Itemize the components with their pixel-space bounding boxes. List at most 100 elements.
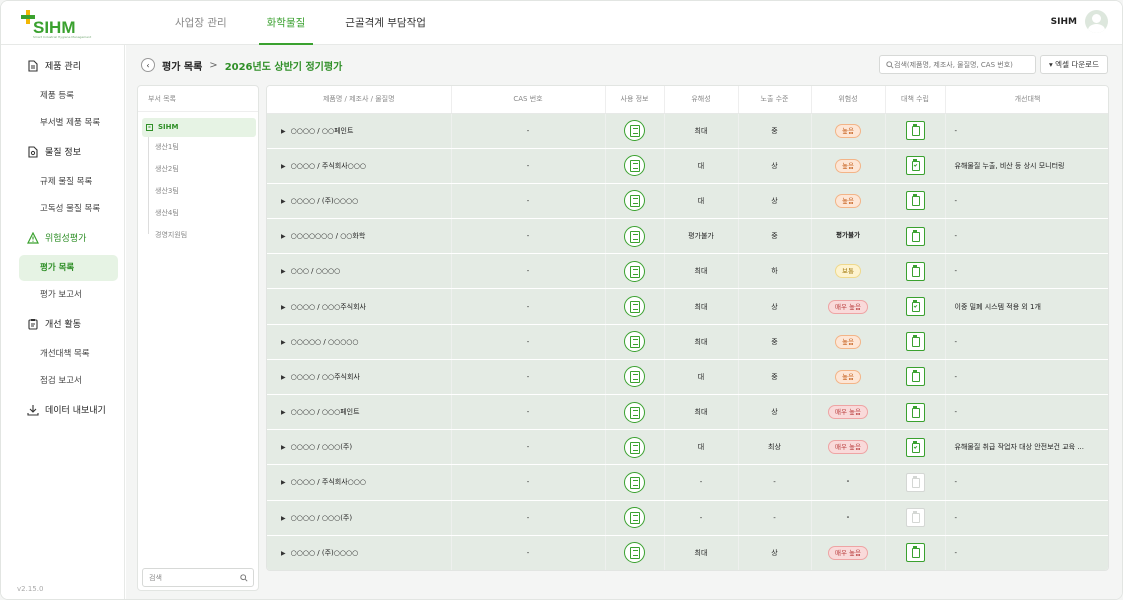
usage-info-icon[interactable] (624, 120, 645, 142)
usage-info-icon[interactable] (624, 296, 645, 318)
table-row[interactable]: ▶ ○○○○○○○ / ○○화학 - 평가불가 중 평가불가 - (267, 218, 1108, 255)
sidebar-item-regulated-substances[interactable]: 규제 물질 목록 (19, 169, 118, 195)
column-header[interactable]: 위험성 (811, 86, 886, 114)
tree-node-root[interactable]: - SIHM (142, 118, 256, 137)
sidebar-item-toxic-substances[interactable]: 고독성 물질 목록 (19, 196, 118, 222)
column-header[interactable]: 유해성 (664, 86, 739, 114)
collapse-icon[interactable]: - (146, 124, 153, 131)
column-header[interactable]: 개선대책 (945, 86, 1108, 114)
column-header[interactable]: 대책 수립 (885, 86, 946, 114)
breadcrumb-parent[interactable]: 평가 목록 (162, 58, 202, 73)
usage-info-icon[interactable] (624, 507, 645, 529)
expand-arrow-icon[interactable]: ▶ (281, 374, 286, 381)
sidebar-item-product-register[interactable]: 제품 등록 (19, 83, 118, 109)
table-row[interactable]: ▶ ○○○○ / ○○페인트 - 최대 중 높음 - (267, 113, 1108, 149)
table-row[interactable]: ▶ ○○○○ / ○○○페인트 - 최대 상 매우 높음 - (267, 394, 1108, 431)
expand-arrow-icon[interactable]: ▶ (281, 304, 286, 311)
expand-arrow-icon[interactable]: ▶ (281, 479, 286, 486)
sidebar-item-inspection-report[interactable]: 점검 보고서 (19, 368, 118, 394)
tab-site-management[interactable]: 사업장 관리 (161, 1, 241, 45)
table-row[interactable]: ▶ ○○○○ / (주)○○○○ - 대 상 높음 - (267, 183, 1108, 220)
usage-info-icon[interactable] (624, 260, 645, 282)
expand-arrow-icon[interactable]: ▶ (281, 128, 286, 135)
usage-info-icon[interactable] (624, 401, 645, 423)
table-row[interactable]: ▶ ○○○○ / ○○○주식회사 - 최대 상 매우 높음 이중 밀폐 시스템 적용 외 1… (267, 288, 1108, 325)
clipboard-check-icon[interactable] (905, 297, 925, 317)
usage-info-icon[interactable] (624, 155, 645, 177)
clipboard-icon[interactable] (905, 226, 925, 246)
usage-info-icon[interactable] (624, 190, 645, 212)
table-row[interactable]: ▶ ○○○ / ○○○○ - 최대 하 보통 - (267, 253, 1108, 290)
product-cell[interactable]: ▶ ○○○○○ / ○○○○○ (267, 324, 452, 360)
product-cell[interactable]: ▶ ○○○○○○○ / ○○화학 (267, 218, 452, 255)
product-cell[interactable]: ▶ ○○○○ / (주)○○○○ (267, 535, 452, 570)
tree-node-dept[interactable]: 생산4팀 (155, 208, 179, 218)
clipboard-icon[interactable] (905, 367, 925, 387)
sidebar-group-data-export[interactable]: 데이터 내보내기 (27, 403, 106, 416)
usage-info-icon[interactable] (624, 331, 645, 353)
column-header[interactable]: 사용 정보 (605, 86, 665, 114)
product-cell[interactable]: ▶ ○○○○ / (주)○○○○ (267, 183, 452, 220)
clipboard-icon[interactable] (905, 261, 925, 281)
expand-arrow-icon[interactable]: ▶ (281, 515, 286, 522)
user-menu[interactable]: SIHM (1051, 10, 1108, 33)
table-row[interactable]: ▶ ○○○○ / ○○주식회사 - 대 중 높음 - (267, 359, 1108, 396)
sidebar-item-assessment-report[interactable]: 평가 보고서 (19, 282, 118, 308)
table-row[interactable]: ▶ ○○○○ / 주식회사○○○ - - - - - (267, 464, 1108, 501)
clipboard-check-icon[interactable] (905, 437, 925, 457)
sidebar-item-assessment-list[interactable]: 평가 목록 (19, 255, 118, 281)
sidebar-group-risk-assessment[interactable]: 위험성평가 (27, 231, 86, 244)
column-header[interactable]: 제품명 / 제조사 / 물질명 (267, 86, 452, 114)
product-cell[interactable]: ▶ ○○○○ / ○○주식회사 (267, 359, 452, 396)
product-cell[interactable]: ▶ ○○○○ / ○○○(주) (267, 429, 452, 466)
table-row[interactable]: ▶ ○○○○ / ○○○(주) - 대 최상 매우 높음 유해물질 취급 작업자 대상 안전… (267, 429, 1108, 466)
expand-arrow-icon[interactable]: ▶ (281, 339, 286, 346)
sidebar-group-improvement[interactable]: 개선 활동 (27, 317, 81, 330)
table-row[interactable]: ▶ ○○○○○ / ○○○○○ - 최대 중 높음 - (267, 324, 1108, 360)
tree-search-input[interactable]: 검색 (142, 568, 254, 587)
product-cell[interactable]: ▶ ○○○○ / 주식회사○○○ (267, 464, 452, 501)
product-cell[interactable]: ▶ ○○○○ / 주식회사○○○ (267, 148, 452, 184)
logo[interactable]: SIHM Smart Industrial Hygiene Management (21, 10, 91, 39)
expand-arrow-icon[interactable]: ▶ (281, 163, 286, 170)
sidebar-item-dept-products[interactable]: 부서별 제품 목록 (19, 110, 118, 136)
sidebar-group-substance-info[interactable]: 물질 정보 (27, 145, 81, 158)
tree-node-dept[interactable]: 생산3팀 (155, 186, 179, 196)
product-cell[interactable]: ▶ ○○○○ / ○○○주식회사 (267, 288, 452, 325)
expand-arrow-icon[interactable]: ▶ (281, 198, 286, 205)
clipboard-icon[interactable] (905, 121, 925, 141)
table-row[interactable]: ▶ ○○○○ / 주식회사○○○ - 대 상 높음 유해물질 누출, 비산 등 상시 모니터… (267, 148, 1108, 184)
tab-chemicals[interactable]: 화학물질 (253, 1, 320, 45)
usage-info-icon[interactable] (624, 225, 645, 247)
usage-info-icon[interactable] (624, 436, 645, 458)
clipboard-icon[interactable] (905, 543, 925, 563)
expand-arrow-icon[interactable]: ▶ (281, 409, 286, 416)
tree-node-dept[interactable]: 생산2팀 (155, 164, 179, 174)
expand-arrow-icon[interactable]: ▶ (281, 233, 286, 240)
search-box[interactable] (879, 55, 1036, 74)
search-input[interactable] (894, 60, 1034, 69)
product-cell[interactable]: ▶ ○○○○ / ○○○페인트 (267, 394, 452, 431)
usage-info-icon[interactable] (624, 471, 645, 493)
expand-arrow-icon[interactable]: ▶ (281, 550, 286, 557)
column-header[interactable]: 노출 수준 (738, 86, 812, 114)
clipboard-check-icon[interactable] (905, 156, 925, 176)
avatar[interactable] (1085, 10, 1108, 33)
tree-node-dept[interactable]: 경영지원팀 (155, 230, 187, 240)
expand-arrow-icon[interactable]: ▶ (281, 268, 286, 275)
table-row[interactable]: ▶ ○○○○ / ○○○(주) - - - - - (267, 500, 1108, 536)
clipboard-icon[interactable] (905, 402, 925, 422)
product-cell[interactable]: ▶ ○○○○ / ○○페인트 (267, 113, 452, 149)
sidebar-group-product-management[interactable]: 제품 관리 (27, 59, 81, 72)
expand-arrow-icon[interactable]: ▶ (281, 444, 286, 451)
product-cell[interactable]: ▶ ○○○○ / ○○○(주) (267, 500, 452, 536)
tab-musculoskeletal[interactable]: 근골격계 부담작업 (331, 1, 440, 45)
sidebar-item-measures-list[interactable]: 개선대책 목록 (19, 341, 118, 367)
usage-info-icon[interactable] (624, 366, 645, 388)
column-header[interactable]: CAS 번호 (451, 86, 606, 114)
excel-download-button[interactable]: ▾ 엑셀 다운로드 (1040, 55, 1108, 74)
clipboard-icon[interactable] (905, 191, 925, 211)
back-button[interactable]: ‹ (141, 58, 155, 72)
tree-node-dept[interactable]: 생산1팀 (155, 142, 179, 152)
table-row[interactable]: ▶ ○○○○ / (주)○○○○ - 최대 상 매우 높음 - (267, 535, 1108, 570)
